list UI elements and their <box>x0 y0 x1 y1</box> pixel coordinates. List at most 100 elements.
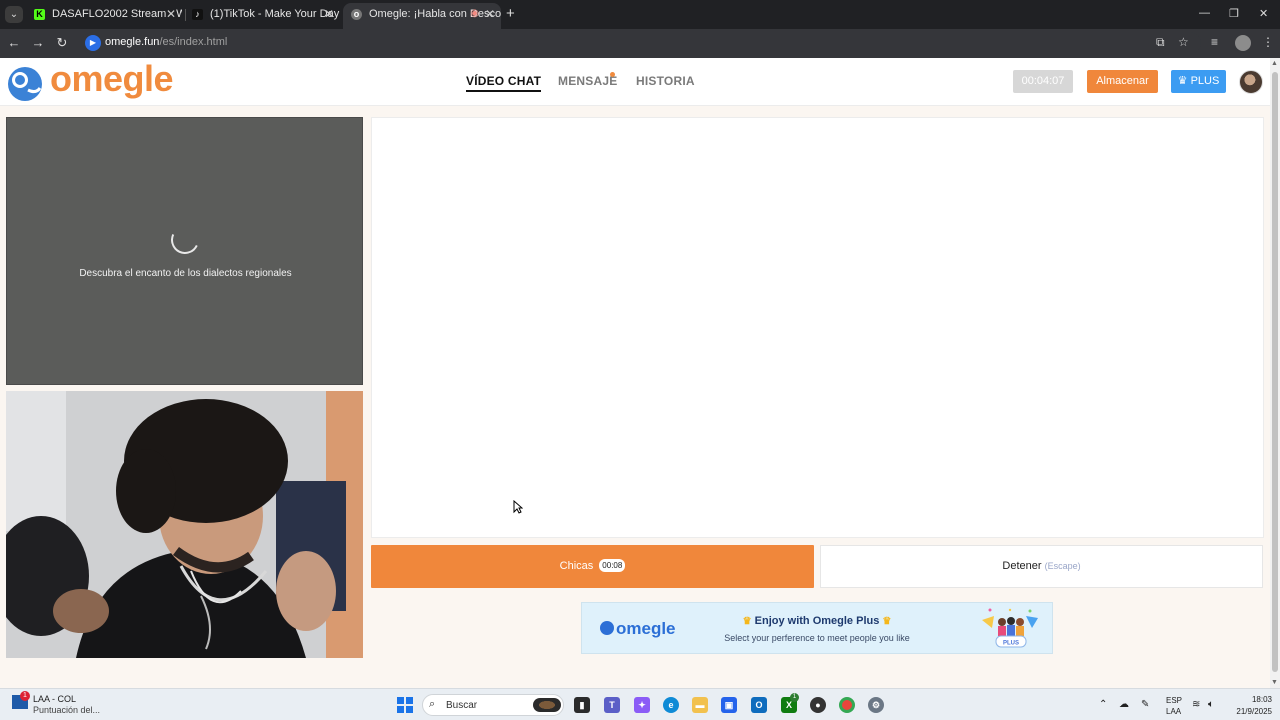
close-tab-icon[interactable]: ✕ <box>485 3 495 25</box>
self-video <box>6 391 363 658</box>
copilot-icon[interactable]: ✦ <box>634 697 650 713</box>
teams-icon[interactable]: T <box>604 697 620 713</box>
windows-start-icon[interactable] <box>397 697 413 713</box>
next-button-label: Chicas <box>559 560 594 572</box>
crown-icon: ♛ <box>1177 75 1188 87</box>
taskbar: 1 LAA - COL Puntuación del... ⌕ Buscar ▮… <box>0 688 1280 720</box>
chat-log-panel[interactable] <box>371 117 1264 538</box>
session-timer: 00:04:07 <box>1013 70 1073 93</box>
taskbar-search[interactable]: ⌕ Buscar <box>422 694 564 716</box>
profile-icon[interactable] <box>1235 35 1251 51</box>
banner-subtitle: Select your perference to meet people yo… <box>724 633 910 643</box>
menu-kebab-icon[interactable]: ⋮ <box>1262 35 1274 49</box>
bookmark-star-icon[interactable]: ☆ <box>1178 35 1189 49</box>
browser-tab[interactable]: K DASAFLO2002 Stream - Watch ✕ <box>26 3 182 29</box>
webcam-feed-image <box>6 391 363 658</box>
plus-button[interactable]: ♛ PLUS <box>1171 70 1226 93</box>
banner-logo-icon <box>600 620 614 635</box>
stop-button[interactable]: Detener (Escape) <box>820 545 1263 588</box>
loading-spinner-icon <box>167 222 203 258</box>
scroll-thumb[interactable] <box>1272 72 1278 672</box>
xbox-badge: 1 <box>790 693 799 702</box>
minimize-icon[interactable]: — <box>1199 7 1210 19</box>
crown-icon: ♛ <box>882 616 892 627</box>
widget-subtitle[interactable]: Puntuación del... <box>33 705 100 715</box>
mouse-cursor-icon <box>513 500 523 514</box>
cloud-sync-icon[interactable]: ☁ <box>1119 699 1129 710</box>
settings-gear-icon[interactable]: ⚙ <box>868 697 884 713</box>
tab-title: Omegle: ¡Habla con Descon <box>369 8 501 20</box>
site-info-icon[interactable]: ▶ <box>85 35 101 51</box>
banner-logo-text: omegle <box>616 619 676 638</box>
notification-dot <box>610 72 615 77</box>
banner-plus-badge: PLUS <box>1003 641 1019 647</box>
tab-title: (1)TikTok - Make Your Day <box>210 8 340 20</box>
wifi-icon[interactable]: ≋ <box>1192 699 1200 710</box>
kick-favicon-icon: K <box>34 9 45 20</box>
store-button[interactable]: Almacenar <box>1087 70 1158 93</box>
crown-icon: ♛ <box>742 616 752 627</box>
browser-tab[interactable]: ♪ (1)TikTok - Make Your Day ✕ <box>184 3 340 29</box>
keyboard-layout[interactable]: LAA <box>1166 707 1181 716</box>
browser-tab-bar: ⌄ K DASAFLO2002 Stream - Watch ✕ ♪ (1)Ti… <box>0 0 1280 29</box>
banner-title: ♛ Enjoy with Omegle Plus ♛ <box>722 615 912 627</box>
url-text: omegle.fun/es/index.html <box>105 36 227 48</box>
nav-video-chat[interactable]: VÍDEO CHAT <box>466 74 542 92</box>
loading-text: Descubra el encanto de los dialectos reg… <box>79 268 292 279</box>
close-window-icon[interactable]: ✕ <box>1259 7 1268 20</box>
reload-icon[interactable]: ↻ <box>54 35 70 51</box>
media-controls-icon[interactable]: ≡ <box>1211 35 1218 49</box>
url-bar[interactable]: ▶ omegle.fun/es/index.html <box>81 32 1201 54</box>
restore-icon[interactable]: ❐ <box>1229 7 1239 20</box>
omegle-logo-icon <box>8 67 42 101</box>
search-highlight-icon <box>533 698 561 712</box>
language-indicator[interactable]: ESP <box>1166 696 1182 705</box>
people-flags-illustration-icon: PLUS <box>982 608 1038 648</box>
stranger-video: Descubra el encanto de los dialectos reg… <box>6 117 363 385</box>
install-app-icon[interactable]: ⧉ <box>1156 35 1165 50</box>
nav-historia[interactable]: HISTORIA <box>636 74 695 88</box>
file-explorer-icon[interactable]: ▬ <box>692 697 708 713</box>
widget-badge: 1 <box>20 691 30 701</box>
banner-logo: omegle <box>600 619 676 639</box>
page-scrollbar[interactable]: ▲ ▼ <box>1270 58 1280 688</box>
widget-title[interactable]: LAA - COL <box>33 694 76 704</box>
site-header: omegle VÍDEO CHAT MENSAJE HISTORIA 00:04… <box>0 58 1270 106</box>
volume-icon[interactable]: 🔈︎ <box>1208 699 1214 710</box>
close-tab-icon[interactable]: ✕ <box>324 3 334 25</box>
tab-search-button[interactable]: ⌄ <box>5 6 23 23</box>
back-icon[interactable]: ← <box>6 35 22 50</box>
stop-shortcut-hint: (Escape) <box>1044 561 1081 571</box>
omegle-plus-banner[interactable]: omegle ♛ Enjoy with Omegle Plus ♛ Select… <box>581 602 1053 654</box>
forward-icon[interactable]: → <box>30 35 46 50</box>
user-avatar[interactable] <box>1239 70 1263 94</box>
new-tab-button[interactable]: + <box>506 6 520 21</box>
search-label: Buscar <box>446 700 478 711</box>
url-host: omegle.fun <box>105 36 160 48</box>
microsoft-store-icon[interactable]: ▣ <box>721 697 737 713</box>
tab-title: DASAFLO2002 Stream - Watch <box>52 8 182 20</box>
edge-icon[interactable]: e <box>663 697 679 713</box>
scroll-up-icon[interactable]: ▲ <box>1271 60 1278 67</box>
recording-icon: ◉ <box>470 8 479 19</box>
task-view-icon[interactable]: ▮ <box>574 697 590 713</box>
address-toolbar: ← → ↻ ▶ omegle.fun/es/index.html ⧉ ☆ ≡ ⋮ <box>0 29 1280 58</box>
tray-overflow-icon[interactable]: ⌃ <box>1099 699 1107 710</box>
url-path: /es/index.html <box>159 36 228 48</box>
browser-tab-active[interactable]: o Omegle: ¡Habla con Descon ◉ ✕ <box>343 3 501 29</box>
next-chat-button[interactable]: Chicas 00:08 <box>371 545 814 588</box>
search-icon: ⌕ <box>429 698 436 710</box>
web-page: omegle VÍDEO CHAT MENSAJE HISTORIA 00:04… <box>0 58 1270 688</box>
close-tab-icon[interactable]: ✕ <box>166 3 176 25</box>
outlook-icon[interactable]: O <box>751 697 767 713</box>
omegle-logo[interactable]: omegle <box>6 58 176 102</box>
clock-time[interactable]: 18:03 <box>1230 695 1272 704</box>
omegle-favicon-icon: o <box>351 9 362 20</box>
banner-title-text: Enjoy with Omegle Plus <box>754 615 880 627</box>
pen-icon[interactable]: ✎ <box>1141 699 1149 710</box>
media-app-icon[interactable]: ● <box>810 697 826 713</box>
scroll-down-icon[interactable]: ▼ <box>1271 679 1278 686</box>
nav-mensaje[interactable]: MENSAJE <box>558 74 617 88</box>
clock-date[interactable]: 21/9/2025 <box>1225 707 1272 716</box>
chrome-icon[interactable] <box>839 697 855 713</box>
